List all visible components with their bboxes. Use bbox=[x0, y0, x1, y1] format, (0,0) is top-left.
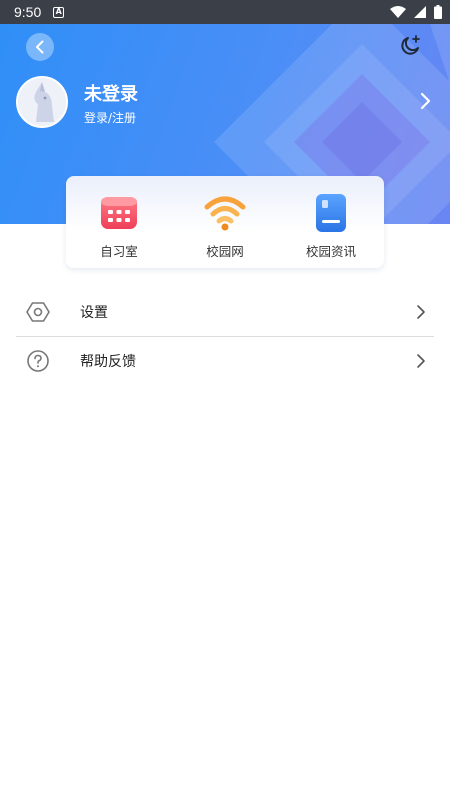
notification-a-icon: A bbox=[53, 6, 65, 18]
menu-item-label: 设置 bbox=[80, 305, 108, 321]
login-register-link[interactable]: 登录/注册 bbox=[84, 109, 136, 126]
menu-item-label: 帮助反馈 bbox=[80, 354, 136, 370]
wifi-icon bbox=[204, 192, 246, 234]
cell-signal-icon bbox=[414, 6, 426, 18]
quick-action-campus-news[interactable]: 校园资讯 bbox=[278, 176, 384, 268]
status-icons bbox=[390, 5, 442, 19]
username: 未登录 bbox=[84, 84, 138, 105]
unicorn-avatar-icon bbox=[18, 78, 66, 126]
book-icon bbox=[310, 192, 352, 234]
quick-actions-card: 自习室 校园网 校园资讯 bbox=[66, 176, 384, 268]
settings-menu: 设置 帮助反馈 bbox=[16, 288, 434, 385]
chevron-right-icon bbox=[417, 305, 425, 319]
chevron-left-icon bbox=[36, 40, 44, 54]
status-time: 9:50 bbox=[14, 4, 42, 20]
help-circle-icon bbox=[27, 350, 49, 372]
back-button[interactable] bbox=[26, 33, 54, 61]
battery-icon bbox=[434, 5, 442, 19]
quick-action-study-room[interactable]: 自习室 bbox=[66, 176, 172, 268]
hexagon-settings-icon bbox=[26, 302, 50, 322]
quick-action-label: 自习室 bbox=[100, 244, 138, 259]
calendar-grid-icon bbox=[98, 192, 140, 234]
quick-action-label: 校园资讯 bbox=[305, 244, 356, 259]
wifi-signal-icon bbox=[390, 6, 406, 18]
menu-item-settings[interactable]: 设置 bbox=[16, 288, 434, 336]
avatar[interactable] bbox=[16, 76, 68, 128]
status-bar: 9:50 A bbox=[0, 0, 450, 24]
chevron-right-icon bbox=[417, 354, 425, 368]
menu-item-help-feedback[interactable]: 帮助反馈 bbox=[16, 337, 434, 385]
dark-mode-moon-icon[interactable] bbox=[398, 34, 422, 58]
quick-action-campus-network[interactable]: 校园网 bbox=[172, 176, 278, 268]
quick-action-label: 校园网 bbox=[206, 244, 244, 259]
profile-chevron-right-icon[interactable] bbox=[417, 92, 433, 110]
